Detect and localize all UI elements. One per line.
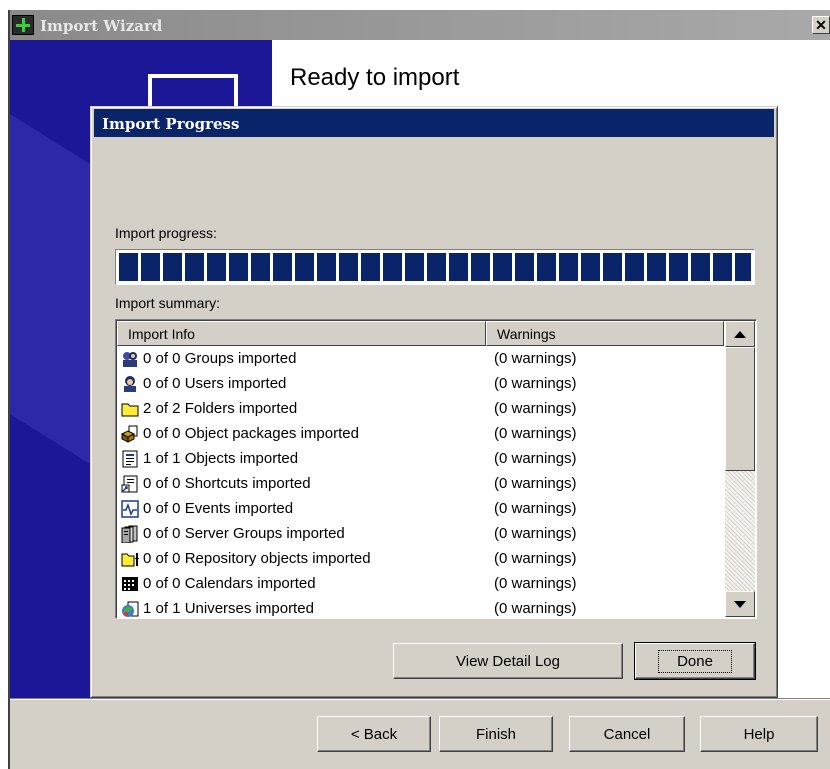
list-item-warnings: (0 warnings) bbox=[494, 600, 577, 617]
progress-label: Import progress: bbox=[115, 225, 217, 241]
list-rows: 0 of 0 Groups imported (0 warnings) 0 of 0… bbox=[117, 346, 724, 618]
column-header-warnings[interactable]: Warnings bbox=[486, 321, 724, 346]
list-item[interactable]: 1 of 1 Universes imported (0 warnings) bbox=[117, 596, 724, 618]
import-wizard-window: Import Wizard ✕ Ready to import < Back F… bbox=[8, 10, 830, 769]
back-button[interactable]: < Back bbox=[317, 716, 431, 752]
wizard-heading: Ready to import bbox=[290, 64, 460, 91]
list-item-warnings: (0 warnings) bbox=[494, 525, 577, 542]
list-item-info: 0 of 0 Users imported bbox=[117, 375, 486, 393]
import-progress-bar bbox=[115, 249, 755, 285]
list-item[interactable]: 0 of 0 Server Groups imported (0 warnings… bbox=[117, 521, 724, 546]
list-item[interactable]: 0 of 0 Calendars imported (0 warnings) bbox=[117, 571, 724, 596]
help-button[interactable]: Help bbox=[700, 716, 818, 752]
object-package-icon bbox=[120, 425, 139, 443]
list-item-info: 0 of 0 Object packages imported bbox=[117, 425, 486, 443]
finish-button-label: Finish bbox=[475, 725, 516, 743]
list-item-warnings: (0 warnings) bbox=[494, 550, 577, 567]
list-item-text: 0 of 0 Users imported bbox=[143, 375, 287, 392]
list-item-warnings: (0 warnings) bbox=[494, 400, 577, 417]
repository-object-icon bbox=[121, 550, 139, 568]
universe-icon bbox=[121, 600, 139, 618]
list-item-info: 1 of 1 Universes imported bbox=[117, 600, 486, 618]
done-button-label: Done bbox=[658, 649, 732, 673]
list-item[interactable]: 0 of 0 Repository objects imported (0 war… bbox=[117, 546, 724, 571]
list-header: Import Info Warnings bbox=[117, 321, 724, 346]
finish-button[interactable]: Finish bbox=[439, 716, 553, 752]
arrow-up-icon bbox=[734, 330, 746, 338]
shortcut-icon bbox=[121, 475, 139, 493]
summary-label: Import summary: bbox=[115, 295, 221, 311]
list-item-warnings: (0 warnings) bbox=[494, 475, 577, 492]
groups-icon bbox=[121, 350, 139, 368]
user-icon bbox=[121, 375, 139, 393]
list-item-warnings: (0 warnings) bbox=[494, 425, 577, 442]
cancel-button[interactable]: Cancel bbox=[569, 716, 685, 752]
server-group-icon bbox=[121, 525, 139, 543]
list-item-info: 1 of 1 Objects imported bbox=[117, 450, 486, 468]
done-button[interactable]: Done bbox=[634, 642, 756, 680]
scroll-up-button[interactable] bbox=[725, 321, 755, 347]
list-item-warnings: (0 warnings) bbox=[494, 450, 577, 467]
list-item-text: 0 of 0 Server Groups imported bbox=[143, 525, 345, 542]
list-item-warnings: (0 warnings) bbox=[494, 575, 577, 592]
dialog-title: Import Progress bbox=[102, 115, 240, 133]
progress-fill bbox=[119, 253, 751, 281]
arrow-down-icon bbox=[734, 600, 746, 608]
list-item-text: 0 of 0 Object packages imported bbox=[143, 425, 359, 442]
list-item[interactable]: 0 of 0 Users imported (0 warnings) bbox=[117, 371, 724, 396]
list-item[interactable]: 0 of 0 Events imported (0 warnings) bbox=[117, 496, 724, 521]
view-detail-log-label: View Detail Log bbox=[456, 652, 560, 670]
folder-icon bbox=[121, 400, 139, 418]
list-item-warnings: (0 warnings) bbox=[494, 500, 577, 517]
column-header-import-info[interactable]: Import Info bbox=[117, 321, 486, 346]
import-summary-list[interactable]: Import Info Warnings 0 of 0 Groups impor… bbox=[115, 319, 757, 619]
cancel-button-label: Cancel bbox=[603, 725, 651, 743]
list-item[interactable]: 0 of 0 Shortcuts imported (0 warnings) bbox=[117, 471, 724, 496]
list-item-info: 0 of 0 Calendars imported bbox=[117, 575, 486, 593]
list-item[interactable]: 1 of 1 Objects imported (0 warnings) bbox=[117, 446, 724, 471]
list-item[interactable]: 0 of 0 Groups imported (0 warnings) bbox=[117, 346, 724, 371]
dialog-titlebar: Import Progress bbox=[94, 109, 774, 137]
wizard-title: Import Wizard bbox=[40, 17, 163, 35]
wizard-app-icon bbox=[12, 15, 34, 35]
import-progress-dialog: Import Progress Import progress: Import … bbox=[90, 106, 778, 698]
scroll-down-button[interactable] bbox=[725, 591, 755, 617]
list-item-text: 0 of 0 Repository objects imported bbox=[143, 550, 371, 567]
list-item-text: 0 of 0 Events imported bbox=[143, 500, 294, 517]
list-item-text: 0 of 0 Shortcuts imported bbox=[143, 475, 311, 492]
list-item-warnings: (0 warnings) bbox=[494, 375, 577, 392]
list-item-text: 1 of 1 Objects imported bbox=[143, 450, 299, 467]
back-button-label: < Back bbox=[350, 725, 398, 743]
object-icon bbox=[121, 450, 139, 468]
list-item-text: 0 of 0 Groups imported bbox=[143, 350, 297, 367]
list-item-text: 0 of 0 Calendars imported bbox=[143, 575, 316, 592]
event-icon bbox=[121, 499, 139, 518]
scrollbar-thumb[interactable] bbox=[725, 347, 755, 471]
list-item-info: 0 of 0 Server Groups imported bbox=[117, 525, 486, 543]
help-button-label: Help bbox=[743, 725, 775, 743]
list-item[interactable]: 2 of 2 Folders imported (0 warnings) bbox=[117, 396, 724, 421]
list-item-info: 2 of 2 Folders imported bbox=[117, 400, 486, 418]
list-item-info: 0 of 0 Repository objects imported bbox=[117, 550, 486, 568]
vertical-scrollbar[interactable] bbox=[725, 321, 755, 617]
list-item-text: 2 of 2 Folders imported bbox=[143, 400, 298, 417]
view-detail-log-button[interactable]: View Detail Log bbox=[393, 643, 623, 679]
close-icon[interactable]: ✕ bbox=[812, 16, 830, 34]
banner-decoration bbox=[10, 114, 90, 464]
list-item-info: 0 of 0 Events imported bbox=[117, 499, 486, 518]
wizard-divider bbox=[10, 698, 830, 700]
list-item-info: 0 of 0 Groups imported bbox=[117, 350, 486, 368]
list-item-warnings: (0 warnings) bbox=[494, 350, 577, 367]
list-item-text: 1 of 1 Universes imported bbox=[143, 600, 314, 617]
list-item[interactable]: 0 of 0 Object packages imported (0 warnin… bbox=[117, 421, 724, 446]
calendar-icon bbox=[121, 575, 139, 593]
list-item-info: 0 of 0 Shortcuts imported bbox=[117, 475, 486, 493]
wizard-titlebar: Import Wizard ✕ bbox=[10, 10, 830, 40]
